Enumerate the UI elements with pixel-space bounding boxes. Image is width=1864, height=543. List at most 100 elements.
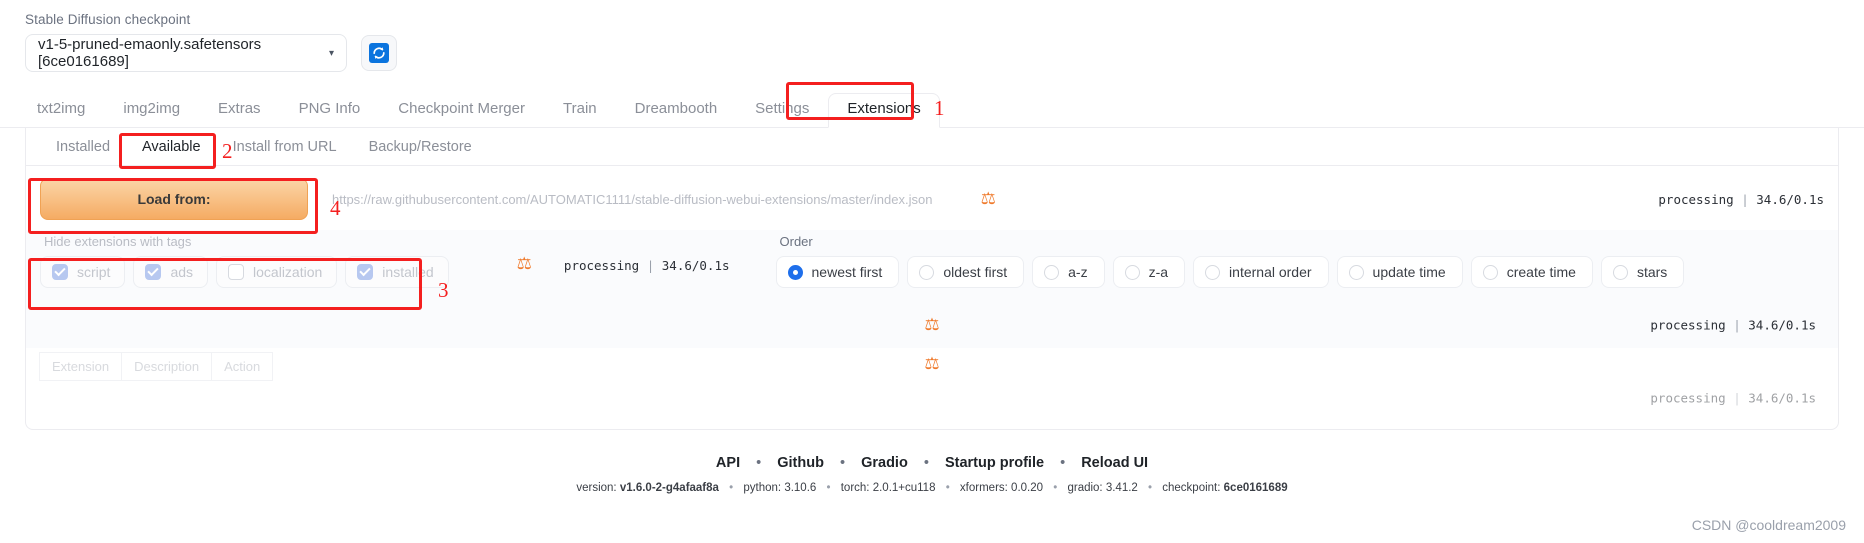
footer-sep-2: •: [839, 455, 846, 471]
table-header-action: Action: [211, 352, 274, 381]
version-sep-2: •: [826, 482, 831, 494]
radio-newest-first[interactable]: newest first: [775, 256, 900, 288]
tab-checkpoint-merger[interactable]: Checkpoint Merger: [379, 93, 544, 127]
radio-z-a-dot: [1124, 264, 1140, 280]
footer: API • Github • Gradio • Startup profile …: [0, 455, 1864, 494]
processing-status-2: processing | 34.6/0.1s: [564, 258, 730, 273]
checkbox-ads-box: [145, 264, 162, 280]
checkpoint-select[interactable]: v1-5-pruned-emaonly.safetensors [6ce0161…: [25, 34, 347, 72]
chevron-down-icon: ▾: [328, 47, 334, 59]
checkpoint-value: 6ce0161689: [1223, 482, 1288, 494]
tab-extras[interactable]: Extras: [199, 93, 280, 127]
radio-internal-order-label: internal order: [1229, 264, 1312, 280]
xformers-key: xformers:: [959, 482, 1008, 494]
radio-update-time-label: update time: [1372, 264, 1446, 280]
table-header-extension: Extension: [39, 352, 123, 381]
processing-separator-2: |: [646, 258, 655, 273]
checkpoint-label: Stable Diffusion checkpoint: [25, 12, 191, 27]
radio-a-z-dot: [1044, 264, 1060, 280]
tab-png-info[interactable]: PNG Info: [280, 93, 380, 127]
checkpoint-row: v1-5-pruned-emaonly.safetensors [6ce0161…: [25, 34, 397, 72]
subtab-install-from-url[interactable]: Install from URL: [217, 133, 353, 165]
refresh-checkpoints-button[interactable]: [361, 35, 397, 71]
torch-value: 2.0.1+cu118: [872, 482, 936, 494]
processing-time-2: 34.6/0.1s: [661, 258, 730, 273]
radio-oldest-first[interactable]: oldest first: [907, 256, 1025, 288]
gradio-key: gradio:: [1067, 482, 1103, 494]
xformers-value: 0.0.20: [1011, 482, 1044, 494]
tab-train[interactable]: Train: [544, 93, 616, 127]
processing-time-3: 34.6/0.1s: [1748, 317, 1816, 333]
radio-stars[interactable]: stars: [1600, 256, 1685, 288]
checkbox-script-box: [52, 264, 68, 280]
footer-link-gradio[interactable]: Gradio: [861, 455, 908, 471]
load-from-row: Load from: https://raw.githubusercontent…: [26, 166, 1838, 230]
radio-z-a[interactable]: z-a: [1112, 256, 1186, 288]
footer-sep-4: •: [1060, 455, 1066, 471]
radio-oldest-first-label: oldest first: [943, 264, 1008, 280]
checkbox-localization[interactable]: localization: [216, 256, 338, 288]
radio-a-z[interactable]: a-z: [1032, 256, 1105, 288]
progress-band-3: Extension Description Action ⚖ processin…: [26, 348, 1838, 406]
checkbox-script[interactable]: script: [40, 256, 126, 288]
processing-label-2: processing: [563, 258, 640, 273]
checkpoint-selected-value: v1-5-pruned-emaonly.safetensors [6ce0161…: [38, 36, 262, 70]
loading-squiggle-icon-3: ⚖: [924, 315, 940, 334]
version-sep-1: •: [729, 482, 734, 494]
radio-create-time-dot: [1482, 264, 1498, 280]
radio-z-a-label: z-a: [1148, 264, 1169, 280]
footer-link-startup-profile[interactable]: Startup profile: [945, 455, 1044, 471]
processing-label-4: processing: [1650, 390, 1726, 406]
hide-tags-label: Hide extensions with tags: [44, 234, 192, 249]
loading-squiggle-icon-2: ⚖: [516, 254, 532, 273]
checkbox-localization-label: localization: [253, 264, 323, 280]
extensions-panel: Installed Available Install from URL Bac…: [25, 128, 1839, 430]
refresh-icon: [369, 43, 389, 63]
processing-separator-3: |: [1733, 317, 1741, 333]
checkpoint-key: checkpoint:: [1162, 482, 1221, 494]
subtab-installed[interactable]: Installed: [40, 133, 126, 165]
version-value: v1.6.0-2-g4afaaf8a: [619, 482, 719, 494]
radio-oldest-first-dot: [919, 264, 935, 280]
tab-settings[interactable]: Settings: [736, 93, 828, 127]
tab-extensions[interactable]: Extensions: [828, 93, 940, 128]
radio-a-z-label: a-z: [1068, 264, 1088, 280]
loading-squiggle-icon-4: ⚖: [924, 354, 940, 374]
extension-index-url-input[interactable]: https://raw.githubusercontent.com/AUTOMA…: [322, 178, 967, 220]
tab-img2img[interactable]: img2img: [104, 93, 199, 127]
extensions-sub-tab-bar: Installed Available Install from URL Bac…: [26, 128, 1838, 166]
hide-tags-checkbox-group: script ads localization installed: [40, 256, 449, 288]
watermark: CSDN @cooldream2009: [1691, 517, 1846, 533]
table-header-description: Description: [121, 352, 213, 381]
checkbox-installed[interactable]: installed: [345, 256, 449, 288]
order-radio-group: newest first oldest first a-z z-a intern…: [775, 256, 1685, 288]
radio-update-time[interactable]: update time: [1336, 256, 1463, 288]
main-tab-bar: txt2img img2img Extras PNG Info Checkpoi…: [0, 90, 1864, 128]
footer-link-reload-ui[interactable]: Reload UI: [1081, 455, 1148, 471]
radio-create-time[interactable]: create time: [1470, 256, 1593, 288]
subtab-available[interactable]: Available: [126, 133, 217, 165]
processing-status-1: processing | 34.6/0.1s: [1658, 192, 1824, 207]
processing-time-1: 34.6/0.1s: [1756, 191, 1824, 207]
footer-link-api[interactable]: API: [716, 455, 740, 471]
processing-status-4: processing | 34.6/0.1s: [1650, 390, 1816, 405]
version-sep-5: •: [1148, 482, 1153, 494]
python-key: python:: [743, 482, 782, 494]
app-root: Stable Diffusion checkpoint v1-5-pruned-…: [0, 0, 1864, 543]
processing-label-3: processing: [1650, 317, 1726, 333]
version-sep-3: •: [945, 482, 950, 494]
radio-internal-order[interactable]: internal order: [1193, 256, 1329, 288]
filter-band: Hide extensions with tags script ads loc…: [26, 230, 1838, 302]
footer-link-github[interactable]: Github: [777, 455, 824, 471]
checkbox-ads[interactable]: ads: [133, 256, 209, 288]
radio-create-time-label: create time: [1506, 264, 1576, 280]
subtab-backup-restore[interactable]: Backup/Restore: [353, 133, 488, 165]
processing-separator-4: |: [1733, 390, 1741, 406]
tab-txt2img[interactable]: txt2img: [18, 93, 104, 127]
radio-newest-first-dot: [787, 264, 803, 280]
load-from-button[interactable]: Load from:: [40, 178, 308, 220]
progress-band-2: ⚖ processing | 34.6/0.1s: [26, 302, 1838, 348]
radio-stars-label: stars: [1636, 264, 1668, 280]
checkbox-localization-box: [228, 264, 245, 280]
tab-dreambooth[interactable]: Dreambooth: [616, 93, 737, 127]
